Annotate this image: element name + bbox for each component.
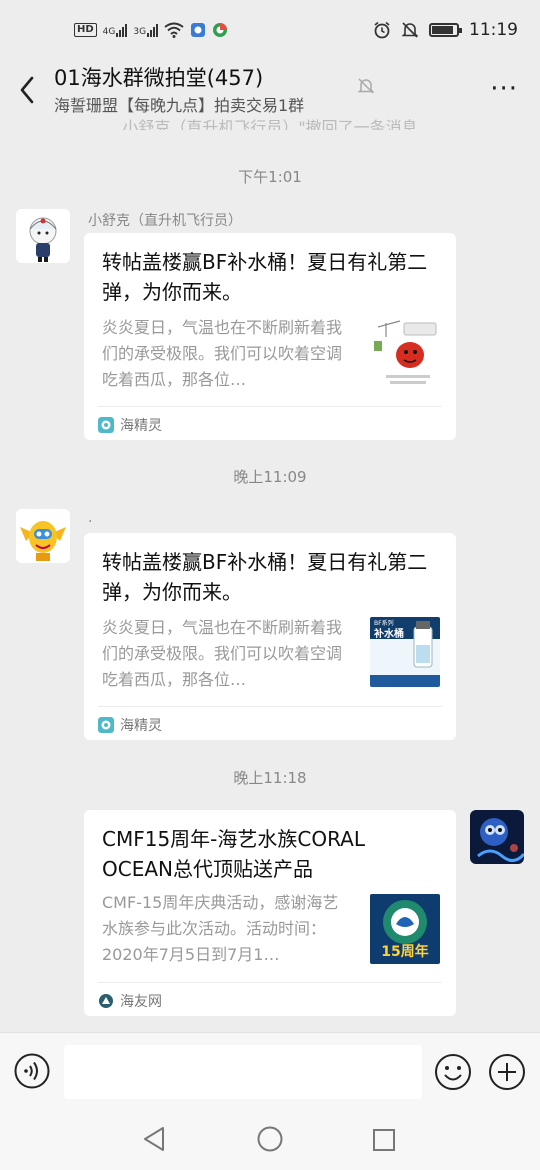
source-app-icon xyxy=(98,717,114,733)
network-type-2: 3G xyxy=(133,27,147,37)
alarm-icon xyxy=(374,21,390,39)
mute-bell-icon xyxy=(357,78,375,94)
status-bar: HD 4G 3G 11:19 xyxy=(0,0,540,62)
thumb-label: 补水桶 xyxy=(373,627,404,640)
nav-back-icon[interactable] xyxy=(142,1126,166,1152)
source-name: 海精灵 xyxy=(120,418,162,434)
card-title: CMF15周年-海艺水族CORAL OCEAN总代顶贴送产品 xyxy=(102,827,366,881)
card-title: 转帖盖楼赢BF补水桶！夏日有礼第二弹，为你而来。 xyxy=(102,550,428,604)
card-divider xyxy=(98,706,442,707)
sender-name: 小舒克（直升机飞行员） xyxy=(88,213,242,229)
card-thumbnail: BF系列 补水桶 xyxy=(370,617,440,687)
chat-title: 01海水群微拍堂(457) xyxy=(54,66,264,90)
plus-icon[interactable] xyxy=(488,1053,526,1091)
status-right: 11:19 xyxy=(373,20,518,40)
thumb-label: 15周年 xyxy=(381,943,428,960)
avatar[interactable] xyxy=(16,509,70,563)
nav-home-icon[interactable] xyxy=(257,1126,283,1152)
source-app-icon xyxy=(99,994,113,1008)
card-divider xyxy=(98,982,442,983)
chat-subtitle: 海誓珊盟【每晚九点】拍卖交易1群 xyxy=(54,96,305,115)
signal-icon-1: 4G xyxy=(103,23,128,37)
clock: 11:19 xyxy=(469,20,518,40)
input-bar xyxy=(0,1032,540,1102)
source-app-icon xyxy=(98,417,114,433)
back-arrow-icon[interactable] xyxy=(14,68,40,108)
timestamp: 下午1:01 xyxy=(238,168,302,186)
source-name: 海精灵 xyxy=(120,718,162,734)
do-not-disturb-icon xyxy=(401,22,419,38)
avatar[interactable] xyxy=(470,810,524,864)
app-notification-icon-2 xyxy=(213,23,228,37)
message-input[interactable] xyxy=(64,1045,422,1099)
recall-notice: 小舒克（直升机飞行员）"撤回了一条消息 xyxy=(122,118,418,130)
card-thumbnail xyxy=(370,319,440,389)
network-type-1: 4G xyxy=(102,27,116,37)
chat-header: 01海水群微拍堂(457) 海誓珊盟【每晚九点】拍卖交易1群 ··· xyxy=(0,62,540,118)
voice-input-icon[interactable] xyxy=(14,1053,50,1089)
thumb-label-small: BF系列 xyxy=(374,619,394,627)
card-thumbnail: 15周年 xyxy=(370,894,440,964)
system-nav-bar xyxy=(0,1102,540,1170)
source-name: 海友网 xyxy=(120,994,162,1010)
link-card[interactable]: 转帖盖楼赢BF补水桶！夏日有礼第二弹，为你而来。 炎炎夏日，气温也在不断刷新着我… xyxy=(84,533,456,740)
wifi-icon xyxy=(164,22,184,38)
app-notification-icon xyxy=(191,23,206,37)
link-card[interactable]: 转帖盖楼赢BF补水桶！夏日有礼第二弹，为你而来。 炎炎夏日，气温也在不断刷新着我… xyxy=(84,233,456,440)
nav-recent-apps-icon[interactable] xyxy=(372,1128,396,1152)
signal-icon-2: 3G xyxy=(133,23,159,37)
emoji-icon[interactable] xyxy=(434,1053,472,1091)
hd-indicator: HD xyxy=(74,23,97,37)
avatar[interactable] xyxy=(16,209,70,263)
card-source: 海精灵 xyxy=(98,415,162,435)
more-options-button[interactable]: ··· xyxy=(490,74,518,104)
battery-icon xyxy=(429,23,462,37)
card-source: 海精灵 xyxy=(98,715,162,735)
timestamp: 晚上11:09 xyxy=(233,468,307,486)
link-card[interactable]: CMF15周年-海艺水族CORAL OCEAN总代顶贴送产品 CMF-15周年庆… xyxy=(84,810,456,1016)
card-description: 炎炎夏日，气温也在不断刷新着我们的承受极限。我们可以吹着空调吃着西瓜，那各位… xyxy=(102,318,343,389)
status-left: HD 4G 3G xyxy=(74,22,228,38)
timestamp: 晚上11:18 xyxy=(233,769,307,787)
card-source: 海友网 xyxy=(98,991,162,1011)
card-title: 转帖盖楼赢BF补水桶！夏日有礼第二弹，为你而来。 xyxy=(102,250,428,304)
sender-name: . xyxy=(88,510,93,526)
card-divider xyxy=(98,406,442,407)
card-description: CMF-15周年庆典活动，感谢海艺水族参与此次活动。活动时间：2020年7月5日… xyxy=(102,893,339,964)
card-description: 炎炎夏日，气温也在不断刷新着我们的承受极限。我们可以吹着空调吃着西瓜，那各位… xyxy=(102,618,343,689)
